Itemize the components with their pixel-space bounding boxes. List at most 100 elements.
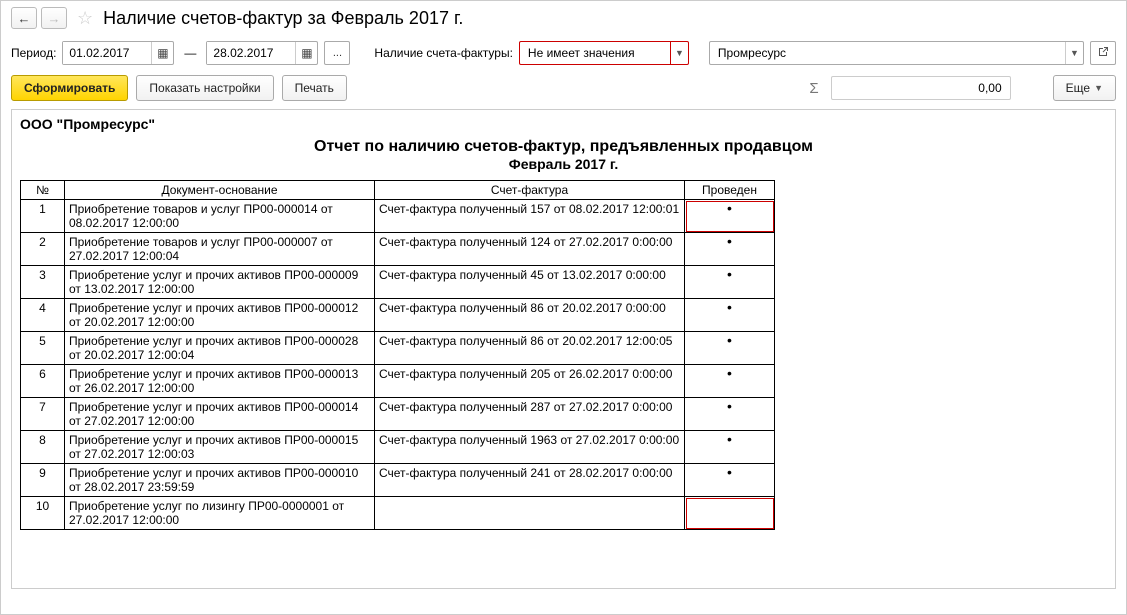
invoice-presence-label: Наличие счета-фактуры:: [374, 46, 513, 60]
table-row[interactable]: 7Приобретение услуг и прочих активов ПР0…: [21, 398, 775, 431]
table-row[interactable]: 8Приобретение услуг и прочих активов ПР0…: [21, 431, 775, 464]
cell-posted: •: [685, 266, 775, 299]
report-title: Отчет по наличию счетов-фактур, предъявл…: [18, 138, 1109, 156]
table-row[interactable]: 5Приобретение услуг и прочих активов ПР0…: [21, 332, 775, 365]
invoice-presence-caret[interactable]: ▼: [670, 42, 688, 64]
cell-invoice: Счет-фактура полученный 205 от 26.02.201…: [375, 365, 685, 398]
posted-dot-icon: •: [727, 398, 732, 414]
nav-forward-button[interactable]: →: [41, 7, 67, 29]
organization-dropdown[interactable]: Промресурс ▼: [709, 41, 1084, 65]
calendar-icon: ▦: [157, 46, 168, 60]
invoice-presence-value: Не имеет значения: [520, 46, 670, 60]
cell-invoice: Счет-фактура полученный 86 от 20.02.2017…: [375, 332, 685, 365]
cell-doc: Приобретение услуг по лизингу ПР00-00000…: [65, 497, 375, 530]
period-select-button[interactable]: ...: [324, 41, 350, 65]
cell-posted: •: [685, 233, 775, 266]
cell-num: 8: [21, 431, 65, 464]
ellipsis-icon: ...: [333, 47, 342, 59]
period-label: Период:: [11, 46, 56, 60]
arrow-left-icon: ←: [18, 11, 31, 26]
cell-posted: [685, 497, 775, 530]
cell-doc: Приобретение услуг и прочих активов ПР00…: [65, 332, 375, 365]
cell-invoice: Счет-фактура полученный 45 от 13.02.2017…: [375, 266, 685, 299]
table-row[interactable]: 2Приобретение товаров и услуг ПР00-00000…: [21, 233, 775, 266]
posted-dot-icon: •: [727, 431, 732, 447]
col-header-posted: Проведен: [685, 181, 775, 200]
period-dash: —: [184, 46, 196, 60]
cell-posted: •: [685, 365, 775, 398]
col-header-doc: Документ-основание: [65, 181, 375, 200]
organization-open-button[interactable]: [1090, 41, 1116, 65]
cell-posted: •: [685, 200, 775, 233]
posted-dot-icon: •: [727, 464, 732, 480]
cell-num: 9: [21, 464, 65, 497]
cell-invoice: Счет-фактура полученный 124 от 27.02.201…: [375, 233, 685, 266]
cell-doc: Приобретение услуг и прочих активов ПР00…: [65, 464, 375, 497]
cell-posted: •: [685, 299, 775, 332]
cell-doc: Приобретение услуг и прочих активов ПР00…: [65, 299, 375, 332]
page-title: Наличие счетов-фактур за Февраль 2017 г.: [103, 8, 463, 29]
table-row[interactable]: 3Приобретение услуг и прочих активов ПР0…: [21, 266, 775, 299]
cell-invoice: Счет-фактура полученный 287 от 27.02.201…: [375, 398, 685, 431]
print-button[interactable]: Печать: [282, 75, 347, 101]
calendar-icon: ▦: [301, 46, 312, 60]
cell-num: 7: [21, 398, 65, 431]
posted-dot-icon: •: [727, 365, 732, 381]
cell-num: 4: [21, 299, 65, 332]
generate-button[interactable]: Сформировать: [11, 75, 128, 101]
cell-invoice: Счет-фактура полученный 241 от 28.02.201…: [375, 464, 685, 497]
cell-num: 2: [21, 233, 65, 266]
more-button[interactable]: Еще ▼: [1053, 75, 1116, 101]
table-row[interactable]: 9Приобретение услуг и прочих активов ПР0…: [21, 464, 775, 497]
posted-dot-icon: •: [727, 200, 732, 216]
cell-num: 1: [21, 200, 65, 233]
table-row[interactable]: 4Приобретение услуг и прочих активов ПР0…: [21, 299, 775, 332]
chevron-down-icon: ▼: [1070, 48, 1079, 58]
arrow-right-icon: →: [48, 11, 61, 26]
report-table: № Документ-основание Счет-фактура Провед…: [20, 180, 775, 530]
posted-dot-icon: •: [727, 332, 732, 348]
favorite-star-icon[interactable]: ☆: [77, 8, 93, 29]
cell-posted: •: [685, 398, 775, 431]
sum-display: 0,00: [831, 76, 1011, 100]
col-header-num: №: [21, 181, 65, 200]
table-row[interactable]: 10Приобретение услуг по лизингу ПР00-000…: [21, 497, 775, 530]
cell-doc: Приобретение услуг и прочих активов ПР00…: [65, 431, 375, 464]
show-settings-button[interactable]: Показать настройки: [136, 75, 273, 101]
date-to-calendar-button[interactable]: ▦: [295, 42, 317, 64]
more-button-label: Еще: [1066, 81, 1090, 95]
org-title: ООО "Промресурс": [20, 116, 1109, 132]
nav-back-button[interactable]: ←: [11, 7, 37, 29]
cell-invoice: Счет-фактура полученный 86 от 20.02.2017…: [375, 299, 685, 332]
cell-doc: Приобретение товаров и услуг ПР00-000007…: [65, 233, 375, 266]
col-header-invoice: Счет-фактура: [375, 181, 685, 200]
cell-posted: •: [685, 332, 775, 365]
date-from-input[interactable]: [63, 42, 151, 64]
table-header-row: № Документ-основание Счет-фактура Провед…: [21, 181, 775, 200]
cell-invoice: Счет-фактура полученный 157 от 08.02.201…: [375, 200, 685, 233]
cell-num: 10: [21, 497, 65, 530]
cell-posted: •: [685, 464, 775, 497]
date-from-field[interactable]: ▦: [62, 41, 174, 65]
external-link-icon: [1097, 46, 1109, 61]
organization-caret[interactable]: ▼: [1065, 42, 1083, 64]
sigma-icon: Σ: [809, 80, 818, 97]
table-row[interactable]: 1Приобретение товаров и услуг ПР00-00001…: [21, 200, 775, 233]
cell-doc: Приобретение товаров и услуг ПР00-000014…: [65, 200, 375, 233]
cell-invoice: [375, 497, 685, 530]
cell-posted: •: [685, 431, 775, 464]
report-subtitle: Февраль 2017 г.: [18, 156, 1109, 172]
posted-dot-icon: •: [727, 299, 732, 315]
invoice-presence-dropdown[interactable]: Не имеет значения ▼: [519, 41, 689, 65]
organization-value: Промресурс: [710, 46, 1065, 60]
chevron-down-icon: ▼: [675, 48, 684, 58]
table-row[interactable]: 6Приобретение услуг и прочих активов ПР0…: [21, 365, 775, 398]
report-area[interactable]: ООО "Промресурс" Отчет по наличию счетов…: [11, 109, 1116, 589]
posted-dot-icon: •: [727, 266, 732, 282]
posted-dot-icon: •: [727, 233, 732, 249]
date-to-input[interactable]: [207, 42, 295, 64]
cell-doc: Приобретение услуг и прочих активов ПР00…: [65, 398, 375, 431]
cell-doc: Приобретение услуг и прочих активов ПР00…: [65, 365, 375, 398]
date-to-field[interactable]: ▦: [206, 41, 318, 65]
date-from-calendar-button[interactable]: ▦: [151, 42, 173, 64]
